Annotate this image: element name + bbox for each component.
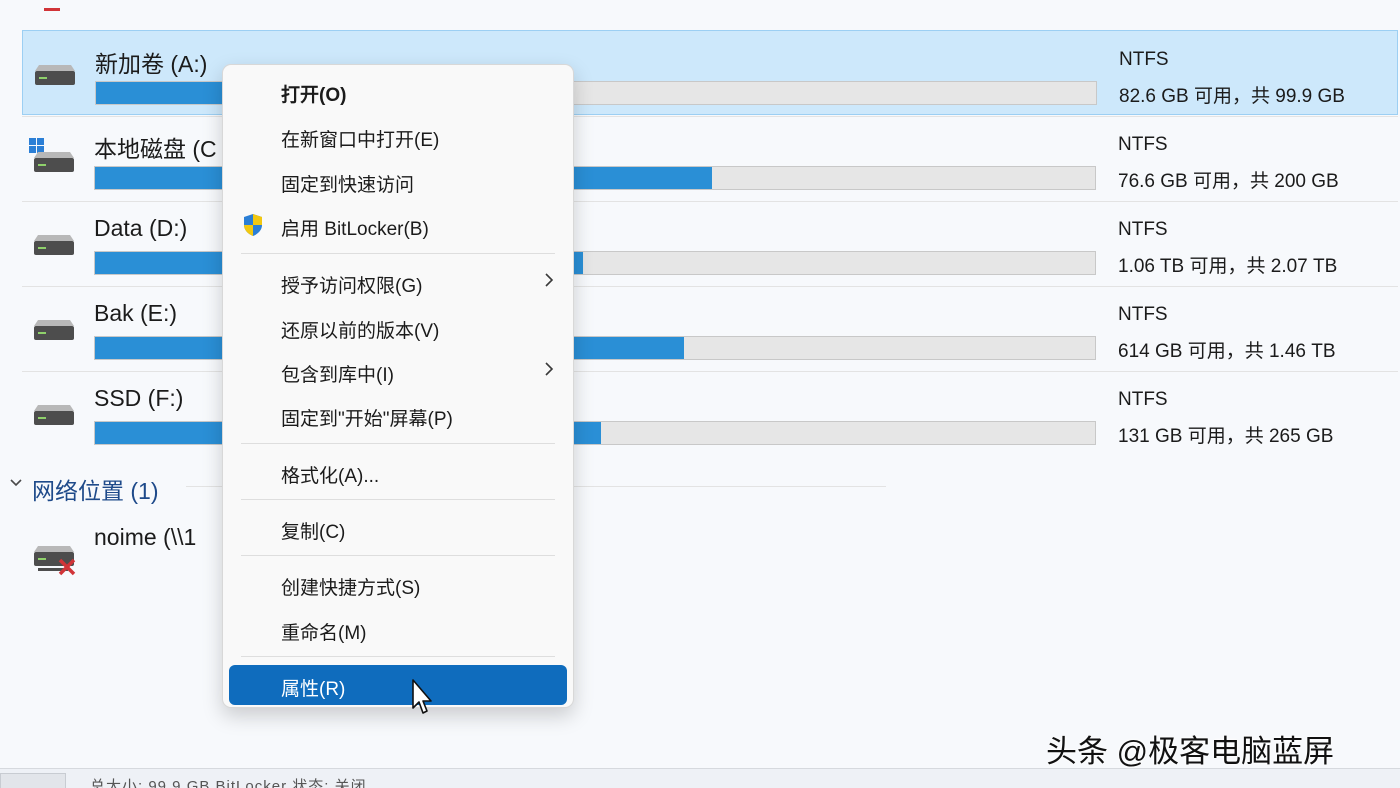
- file-explorer-this-pc: 新加卷 (A:) NTFS 82.6 GB 可用，共 99.9 GB 本地磁盘 …: [0, 0, 1400, 788]
- menu-item-pin-start[interactable]: 固定到"开始"屏幕(P): [229, 395, 567, 435]
- menu-item-include-library[interactable]: 包含到库中(I): [229, 351, 567, 391]
- menu-item-label: 复制(C): [281, 522, 346, 543]
- menu-item-label: 创建快捷方式(S): [281, 578, 421, 599]
- menu-item-label: 启用 BitLocker(B): [281, 219, 429, 240]
- drive-icon: [26, 391, 82, 431]
- system-drive-icon: [26, 136, 82, 176]
- menu-separator: [241, 499, 555, 500]
- menu-item-label: 授予访问权限(G): [281, 276, 423, 297]
- drive-free-space: 131 GB 可用，共 265 GB: [1118, 426, 1334, 447]
- drive-name: Data (D:): [94, 215, 188, 241]
- chevron-right-icon: [543, 359, 555, 385]
- drive-filesystem: NTFS: [1119, 49, 1169, 70]
- menu-item-pin-quick-access[interactable]: 固定到快速访问: [229, 161, 567, 201]
- drive-filesystem: NTFS: [1118, 304, 1168, 325]
- drive-name: SSD (F:): [94, 385, 184, 411]
- menu-item-open-new-window[interactable]: 在新窗口中打开(E): [229, 116, 567, 156]
- drive-name: 本地磁盘 (C: [94, 136, 217, 162]
- menu-item-give-access[interactable]: 授予访问权限(G): [229, 262, 567, 302]
- menu-item-copy[interactable]: 复制(C): [229, 508, 567, 548]
- menu-separator: [241, 443, 555, 444]
- menu-item-rename[interactable]: 重命名(M): [229, 609, 567, 649]
- status-bar: 总大小: 99.9 GB BitLocker 状态: 关闭: [0, 768, 1400, 788]
- group-header-label: 网络位置 (1): [32, 478, 159, 504]
- drive-name: 新加卷 (A:): [95, 51, 208, 77]
- drive-free-space: 82.6 GB 可用，共 99.9 GB: [1119, 86, 1345, 107]
- drive-name: Bak (E:): [94, 300, 178, 326]
- context-menu: 打开(O) 在新窗口中打开(E) 固定到快速访问 启用 BitLocker(B)…: [222, 64, 574, 708]
- drive-free-space: 1.06 TB 可用，共 2.07 TB: [1118, 256, 1338, 277]
- menu-item-label: 在新窗口中打开(E): [281, 130, 440, 151]
- shield-icon: [241, 213, 265, 237]
- status-bar-view-toggle[interactable]: [0, 773, 66, 788]
- drive-filesystem: NTFS: [1118, 389, 1168, 410]
- menu-item-restore-versions[interactable]: 还原以前的版本(V): [229, 307, 567, 347]
- chevron-right-icon: [543, 270, 555, 296]
- menu-separator: [241, 253, 555, 254]
- drive-icon: [26, 306, 82, 346]
- watermark: 头条 @极客电脑蓝屏: [1046, 734, 1335, 769]
- menu-item-label: 重命名(M): [281, 623, 367, 644]
- drive-icon: [26, 221, 82, 261]
- menu-item-label: 属性(R): [281, 679, 346, 700]
- menu-item-open[interactable]: 打开(O): [229, 71, 567, 111]
- window-indicator: [44, 8, 60, 11]
- menu-separator: [241, 656, 555, 657]
- menu-item-label: 打开(O): [281, 85, 347, 106]
- mouse-pointer-icon: [410, 678, 436, 718]
- status-bar-text: 总大小: 99.9 GB BitLocker 状态: 关闭: [90, 778, 367, 788]
- menu-item-properties[interactable]: 属性(R): [229, 665, 567, 705]
- drive-icon: [27, 51, 83, 91]
- menu-item-format[interactable]: 格式化(A)...: [229, 452, 567, 492]
- menu-item-label: 还原以前的版本(V): [281, 321, 440, 342]
- menu-item-label: 固定到快速访问: [281, 175, 415, 196]
- menu-item-bitlocker[interactable]: 启用 BitLocker(B): [229, 205, 567, 245]
- disconnected-network-drive-icon: [26, 534, 86, 578]
- menu-separator: [241, 555, 555, 556]
- menu-item-label: 固定到"开始"屏幕(P): [281, 409, 453, 430]
- menu-item-label: 格式化(A)...: [281, 466, 380, 487]
- drive-filesystem: NTFS: [1118, 219, 1168, 240]
- menu-item-create-shortcut[interactable]: 创建快捷方式(S): [229, 564, 567, 604]
- drive-free-space: 76.6 GB 可用，共 200 GB: [1118, 171, 1339, 192]
- drive-filesystem: NTFS: [1118, 134, 1168, 155]
- network-drive-name: noime (\\1: [94, 524, 197, 550]
- chevron-down-icon[interactable]: [8, 474, 24, 495]
- menu-item-label: 包含到库中(I): [281, 365, 394, 386]
- drive-free-space: 614 GB 可用，共 1.46 TB: [1118, 341, 1336, 362]
